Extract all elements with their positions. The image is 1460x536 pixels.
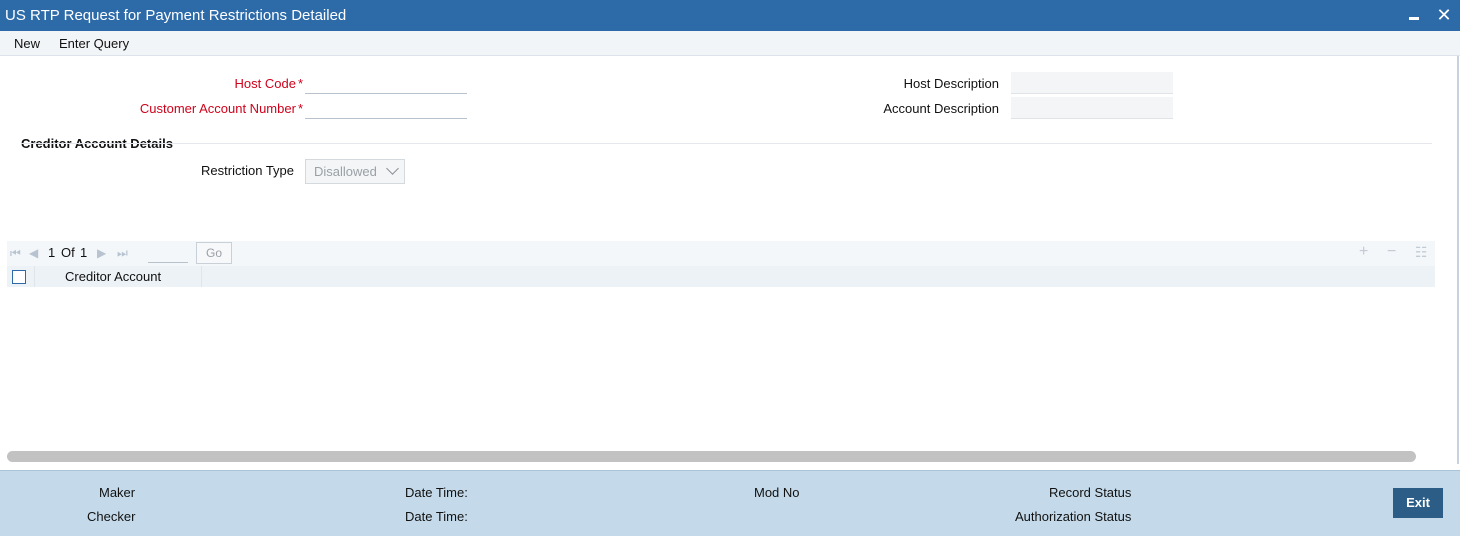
host-description-field — [1011, 72, 1173, 94]
audit-footer: Maker Checker Date Time: Date Time: Mod … — [0, 470, 1460, 536]
page-of: Of — [61, 245, 75, 260]
grid-header: Creditor Account — [7, 266, 1435, 287]
mod-no-label: Mod No — [754, 485, 800, 500]
next-page-icon[interactable]: ▶ — [97, 246, 106, 260]
go-button[interactable]: Go — [196, 242, 232, 264]
column-creditor-account[interactable]: Creditor Account — [65, 269, 161, 284]
single-view-icon[interactable]: ☷ — [1415, 244, 1428, 261]
horizontal-scrollbar[interactable] — [7, 451, 1416, 462]
account-description-label: Account Description — [883, 101, 999, 116]
restriction-type-select[interactable]: Disallowed — [305, 159, 405, 184]
customer-account-label-text: Customer Account Number — [139, 101, 296, 116]
first-page-icon[interactable]: ⏮ — [10, 246, 21, 261]
authorization-status-label: Authorization Status — [1015, 509, 1132, 524]
page-current: 1 — [48, 245, 56, 260]
select-all-checkbox[interactable] — [12, 270, 26, 284]
frame-border — [1457, 56, 1459, 464]
required-mark: * — [297, 101, 303, 116]
page-total: 1 — [80, 245, 88, 260]
restriction-type-label: Restriction Type — [201, 163, 294, 178]
column-separator — [201, 266, 202, 287]
section-divider — [21, 143, 1432, 144]
delete-row-icon[interactable]: − — [1387, 243, 1396, 261]
close-icon[interactable]: ✕ — [1434, 5, 1454, 25]
last-page-icon[interactable]: ⏭ — [117, 246, 128, 261]
checker-date-time-label: Date Time: — [405, 509, 468, 524]
maker-date-time-label: Date Time: — [405, 485, 468, 500]
menu-enter-query[interactable]: Enter Query — [59, 36, 129, 51]
account-description-field — [1011, 97, 1173, 119]
column-separator — [34, 266, 35, 287]
host-description-label: Host Description — [903, 76, 999, 91]
chevron-down-icon — [386, 162, 399, 175]
customer-account-input[interactable] — [305, 97, 467, 119]
previous-page-icon[interactable]: ◀ — [29, 246, 38, 260]
checker-label: Checker — [87, 509, 136, 524]
window-titlebar: US RTP Request for Payment Restrictions … — [0, 0, 1460, 31]
host-code-input[interactable] — [305, 72, 467, 94]
minimize-icon[interactable] — [1404, 5, 1424, 25]
restriction-type-value: Disallowed — [314, 164, 377, 179]
menu-new[interactable]: New — [14, 36, 40, 51]
page-number-input[interactable] — [148, 243, 188, 263]
exit-button[interactable]: Exit — [1393, 488, 1443, 518]
maker-label: Maker — [99, 485, 136, 500]
window-title: US RTP Request for Payment Restrictions … — [5, 7, 347, 24]
host-code-label-text: Host Code — [234, 76, 296, 91]
customer-account-label: Customer Account Number * — [100, 101, 303, 116]
add-row-icon[interactable]: + — [1359, 243, 1368, 261]
required-mark: * — [297, 76, 303, 91]
menu-bar: New Enter Query — [0, 31, 1460, 56]
record-status-label: Record Status — [1049, 485, 1132, 500]
host-code-label: Host Code * — [100, 76, 303, 91]
grid-toolbar: ⏮ ◀ 1 Of 1 ▶ ⏭ Go + − ☷ — [7, 241, 1435, 266]
